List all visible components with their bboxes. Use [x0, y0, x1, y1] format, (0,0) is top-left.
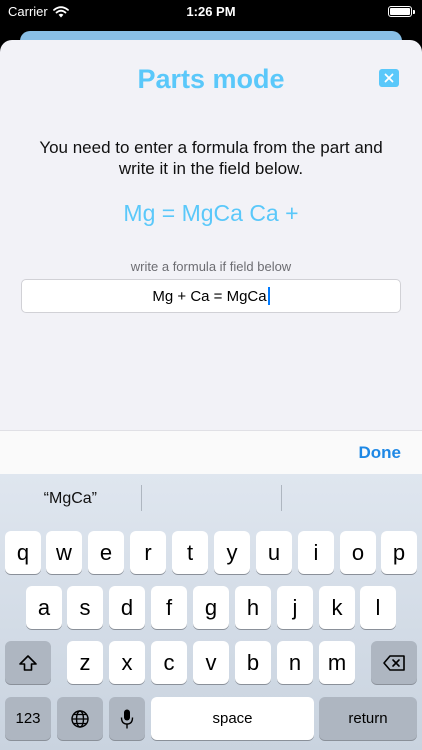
keyboard: “MgCa” q w e r t y u i o p a s d f g h j… [0, 474, 422, 750]
key-h[interactable]: h [235, 586, 271, 629]
globe-key[interactable] [57, 697, 103, 740]
clock: 1:26 PM [186, 4, 236, 19]
close-button[interactable] [379, 69, 399, 87]
key-y[interactable]: y [214, 531, 250, 574]
backspace-icon [383, 654, 405, 671]
instruction-text: You need to enter a formula from the par… [39, 138, 383, 178]
key-k[interactable]: k [319, 586, 355, 629]
delete-key[interactable] [371, 641, 417, 684]
page-title: Parts mode [137, 64, 285, 94]
suggestion-1[interactable]: “MgCa” [0, 474, 141, 524]
parts-mode-sheet: Parts mode You need to enter a formula f… [0, 40, 422, 480]
suggestion-2[interactable] [140, 474, 282, 524]
dictation-key[interactable] [109, 697, 145, 740]
text-cursor [267, 287, 270, 305]
shift-key[interactable] [5, 641, 51, 684]
formula-input-value: Mg + Ca = MgCa [152, 287, 267, 305]
keyboard-toolbar: Done [0, 430, 422, 474]
key-a[interactable]: a [26, 586, 62, 629]
shift-icon [19, 654, 37, 671]
key-f[interactable]: f [151, 586, 187, 629]
key-l[interactable]: l [360, 586, 396, 629]
key-q[interactable]: q [5, 531, 41, 574]
microphone-icon [120, 709, 134, 728]
key-n[interactable]: n [277, 641, 313, 684]
close-icon [384, 73, 394, 83]
key-u[interactable]: u [256, 531, 292, 574]
key-p[interactable]: p [381, 531, 417, 574]
suggestion-bar: “MgCa” [0, 474, 422, 524]
formula-parts: Mg = MgCa Ca + [123, 200, 299, 226]
status-bar: Carrier 1:26 PM [0, 0, 422, 24]
key-x[interactable]: x [109, 641, 145, 684]
key-d[interactable]: d [109, 586, 145, 629]
globe-icon [71, 709, 89, 728]
key-r[interactable]: r [130, 531, 166, 574]
space-key[interactable]: space [151, 697, 314, 740]
key-z[interactable]: z [67, 641, 103, 684]
key-m[interactable]: m [319, 641, 355, 684]
done-button[interactable]: Done [359, 443, 402, 463]
key-s[interactable]: s [67, 586, 103, 629]
key-w[interactable]: w [46, 531, 82, 574]
formula-input[interactable]: Mg + Ca = MgCa [21, 279, 401, 313]
key-i[interactable]: i [298, 531, 334, 574]
key-j[interactable]: j [277, 586, 313, 629]
battery-icon [388, 6, 415, 17]
key-c[interactable]: c [151, 641, 187, 684]
return-key[interactable]: return [319, 697, 417, 740]
numbers-key[interactable]: 123 [5, 697, 51, 740]
key-e[interactable]: e [88, 531, 124, 574]
key-b[interactable]: b [235, 641, 271, 684]
key-o[interactable]: o [340, 531, 376, 574]
suggestion-3[interactable] [281, 474, 422, 524]
field-hint: write a formula if field below [130, 259, 292, 274]
key-t[interactable]: t [172, 531, 208, 574]
key-v[interactable]: v [193, 641, 229, 684]
key-g[interactable]: g [193, 586, 229, 629]
